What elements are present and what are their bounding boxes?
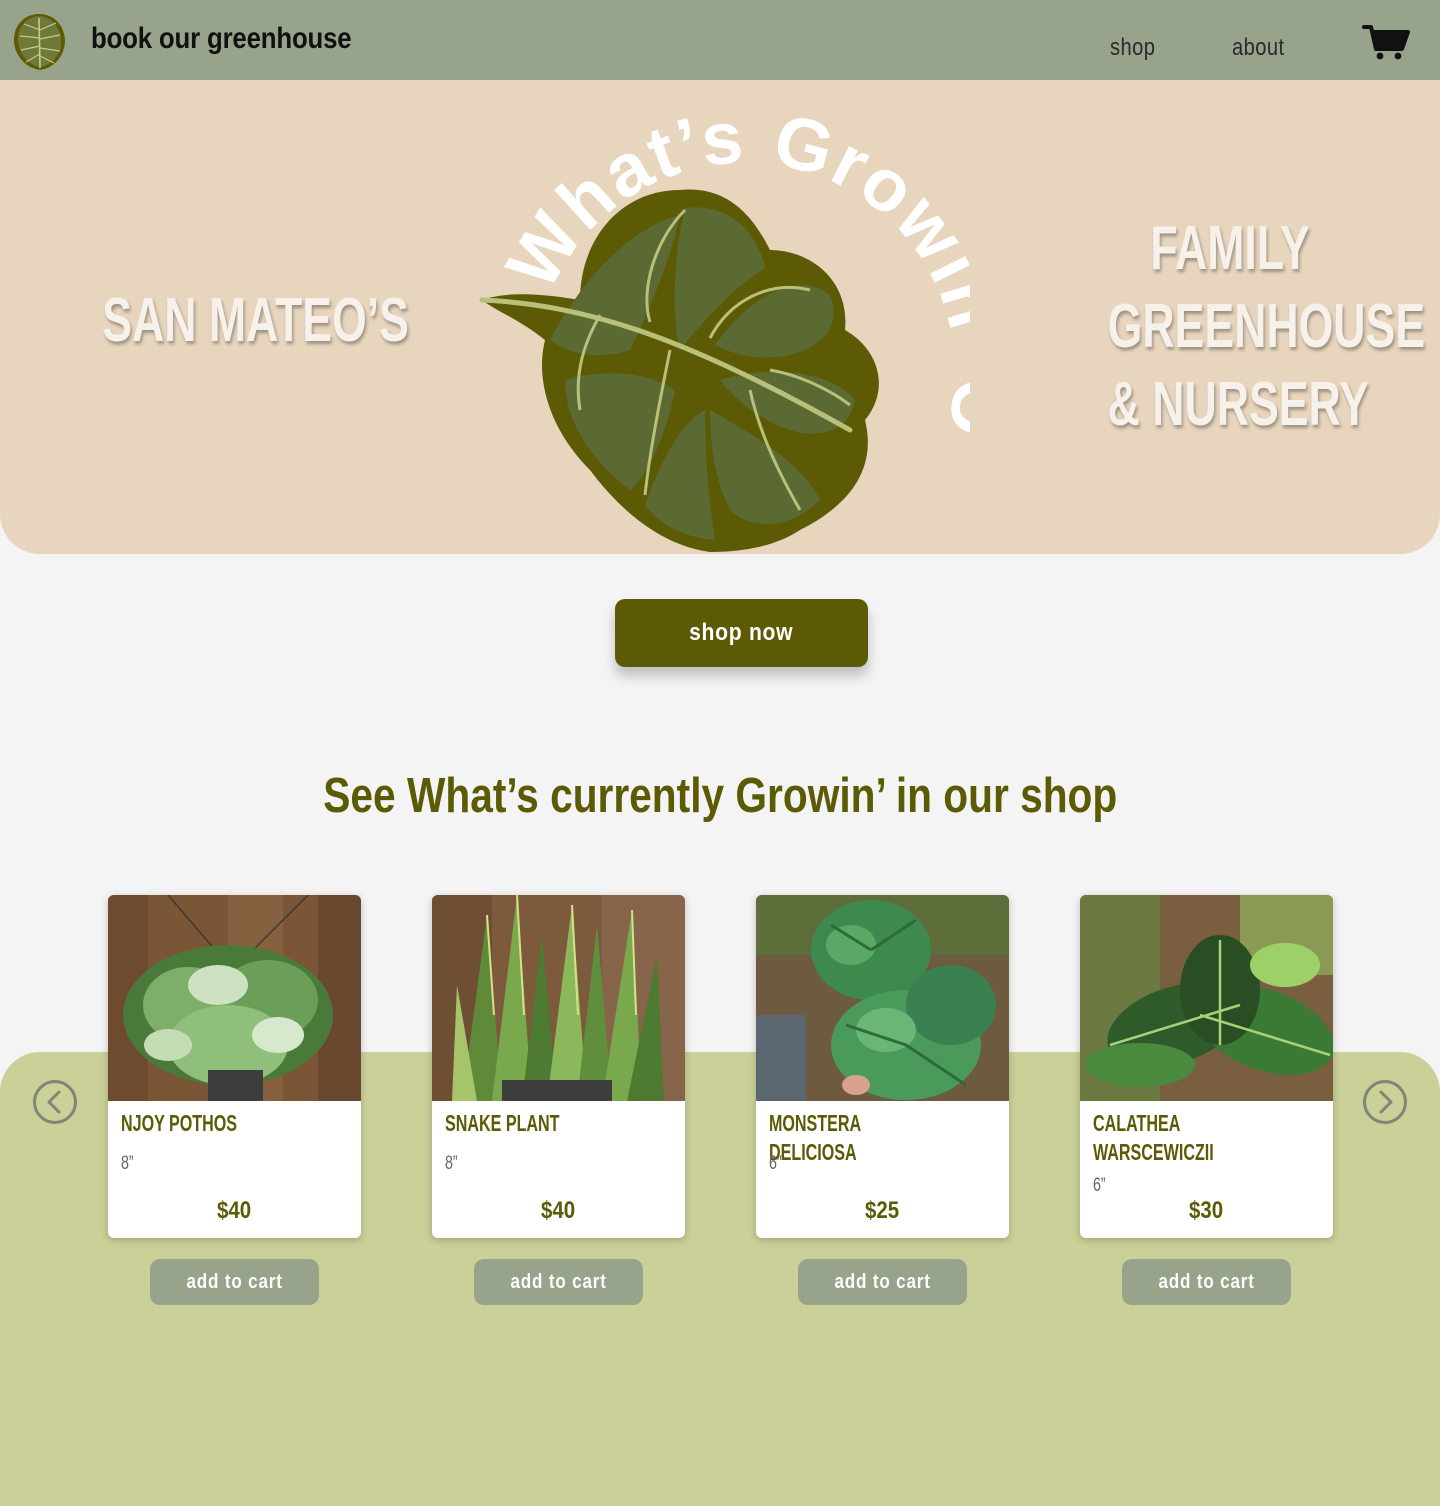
nav-link-about[interactable]: about xyxy=(1232,34,1285,62)
monstera-hero-art: What’s Growin’ On xyxy=(470,90,970,552)
product-card[interactable]: NJoy Pothos 8” $40 xyxy=(108,895,361,1238)
add-to-cart-button[interactable]: add to cart xyxy=(798,1259,967,1305)
product-price: $40 xyxy=(541,1197,576,1224)
product-image-pothos xyxy=(108,895,361,1101)
add-to-cart-button[interactable]: add to cart xyxy=(150,1259,319,1305)
hero-right-line: & Nursery xyxy=(1107,370,1369,439)
hero-right-line: Family xyxy=(1150,214,1310,283)
product-image-calathea xyxy=(1080,895,1333,1101)
product-name[interactable]: Calathea Warscewiczii xyxy=(1093,1109,1261,1167)
product-price: $25 xyxy=(865,1197,900,1224)
add-to-cart-label: add to cart xyxy=(510,1270,607,1293)
add-to-cart-button[interactable]: add to cart xyxy=(1122,1259,1291,1305)
chevron-left-icon[interactable] xyxy=(32,1079,78,1125)
shopping-cart-icon[interactable] xyxy=(1362,22,1410,62)
product-price: $30 xyxy=(1189,1197,1224,1224)
navbar: book our greenhouse shop about xyxy=(0,0,1440,80)
product-size: 8” xyxy=(445,1153,458,1174)
hero-right-text: Family Greenhouse & Nursery xyxy=(1107,210,1426,444)
product-name[interactable]: Snake Plant xyxy=(445,1109,613,1138)
nav-link-shop[interactable]: shop xyxy=(1110,34,1155,62)
product-price: $40 xyxy=(217,1197,252,1224)
product-name[interactable]: Monstera Deliciosa xyxy=(769,1109,937,1167)
product-image-monstera xyxy=(756,895,1009,1101)
product-card[interactable]: Calathea Warscewiczii 6” $30 xyxy=(1080,895,1333,1238)
product-size: 8” xyxy=(121,1153,134,1174)
product-size: 6” xyxy=(1093,1175,1106,1196)
chevron-right-icon[interactable] xyxy=(1362,1079,1408,1125)
shop-now-button[interactable]: shop now xyxy=(615,599,868,667)
product-size: 6” xyxy=(769,1153,782,1174)
brand-title[interactable]: book our greenhouse xyxy=(91,22,352,56)
section-title: See What’s currently Growin’ in our shop xyxy=(323,769,1117,823)
monstera-leaf-icon[interactable] xyxy=(10,10,68,72)
hero-left-text: San Mateo’s xyxy=(102,286,409,355)
add-to-cart-button[interactable]: add to cart xyxy=(474,1259,643,1305)
hero-banner: San Mateo’s What’s Growin’ On Family Gre… xyxy=(0,80,1440,554)
hero-right-line: Greenhouse xyxy=(1107,292,1426,361)
shop-now-label: shop now xyxy=(689,619,794,646)
add-to-cart-label: add to cart xyxy=(834,1270,931,1293)
add-to-cart-label: add to cart xyxy=(1158,1270,1255,1293)
product-name[interactable]: NJoy Pothos xyxy=(121,1109,289,1138)
product-image-snake-plant xyxy=(432,895,685,1101)
product-card[interactable]: Monstera Deliciosa 6” $25 xyxy=(756,895,1009,1238)
add-to-cart-label: add to cart xyxy=(186,1270,283,1293)
product-card[interactable]: Snake Plant 8” $40 xyxy=(432,895,685,1238)
